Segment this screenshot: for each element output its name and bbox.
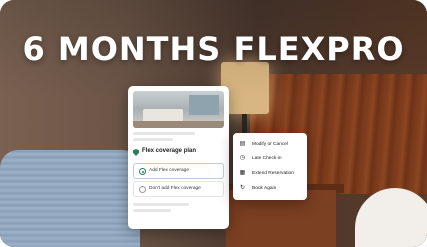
promo-banner: 6 MONTHS FLEXPRO Flex coverage plan Add … [0,0,427,247]
plan-title: Flex coverage plan [142,148,197,154]
menu-item-label: Extend Reservation [252,171,294,176]
option-no-flex[interactable]: Don't add Flex coverage [133,181,224,197]
menu-item-modify[interactable]: ▤ Modify or Cancel [239,140,305,150]
placeholder-line [133,203,189,206]
reservation-menu: ▤ Modify or Cancel ◷ Late Check-in ▦ Ext… [233,133,307,200]
placeholder-line [133,209,171,212]
menu-item-book-again[interactable]: ↻ Book Again [239,184,305,194]
calendar-plus-icon: ▦ [239,170,246,176]
option-add-flex[interactable]: Add Flex coverage [133,163,224,179]
refresh-icon: ↻ [239,185,246,191]
radio-selected-icon[interactable] [139,168,146,175]
menu-item-label: Late Check-in [252,156,282,161]
headline: 6 MONTHS FLEXPRO [22,30,405,68]
room-photo [133,91,224,128]
option-label: Add Flex coverage [149,168,189,173]
room-floor [133,121,224,128]
menu-item-extend[interactable]: ▦ Extend Reservation [239,169,305,179]
shield-icon [133,149,139,156]
placeholder-line [133,138,173,141]
menu-item-label: Book Again [252,186,277,191]
room-window [189,95,219,115]
option-label: Don't add Flex coverage [149,186,201,191]
radio-icon[interactable] [139,186,146,193]
clock-icon: ◷ [239,155,246,161]
booking-card: Flex coverage plan Add Flex coverage Don… [128,86,229,229]
calendar-icon: ▤ [239,141,246,147]
menu-item-label: Modify or Cancel [252,142,288,147]
placeholder-line [133,132,195,135]
menu-item-late-checkin[interactable]: ◷ Late Check-in [239,154,305,164]
